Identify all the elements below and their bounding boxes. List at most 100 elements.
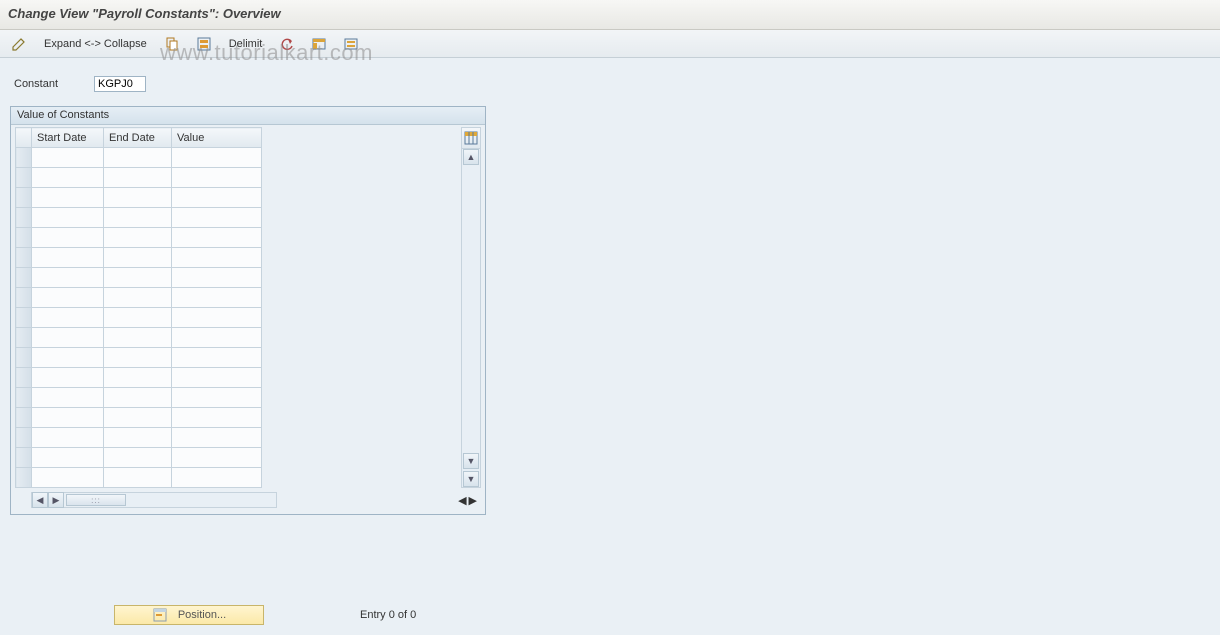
table-cell[interactable] <box>172 368 262 388</box>
row-selector[interactable] <box>16 448 32 468</box>
table-cell[interactable] <box>172 228 262 248</box>
table-cell[interactable] <box>172 408 262 428</box>
row-selector[interactable] <box>16 308 32 328</box>
row-selector[interactable] <box>16 348 32 368</box>
scroll-left-2-icon[interactable]: ◀ <box>458 494 466 507</box>
scroll-right-2-icon[interactable]: ▶ <box>469 494 477 507</box>
row-selector[interactable] <box>16 388 32 408</box>
scroll-down-2-icon[interactable]: ▼ <box>463 471 479 487</box>
table-cell[interactable] <box>172 188 262 208</box>
row-selector[interactable] <box>16 248 32 268</box>
delimit-button[interactable]: Delimit <box>223 34 269 54</box>
table-cell[interactable] <box>104 428 172 448</box>
page-title: Change View "Payroll Constants": Overvie… <box>8 6 1212 21</box>
table-cell[interactable] <box>104 168 172 188</box>
row-selector[interactable] <box>16 428 32 448</box>
horizontal-scrollbar-left[interactable]: ◀ ▶ ::: <box>31 492 277 508</box>
position-button[interactable]: Position... <box>114 605 264 625</box>
table-cell[interactable] <box>32 168 104 188</box>
row-selector[interactable] <box>16 188 32 208</box>
table-cell[interactable] <box>104 408 172 428</box>
row-selector[interactable] <box>16 468 32 488</box>
scroll-up-icon[interactable]: ▲ <box>463 149 479 165</box>
table-cell[interactable] <box>32 248 104 268</box>
expand-collapse-button[interactable]: Expand <-> Collapse <box>38 34 153 54</box>
table-cell[interactable] <box>104 288 172 308</box>
column-end-date[interactable]: End Date <box>104 128 172 148</box>
table-cell[interactable] <box>104 448 172 468</box>
table-cell[interactable] <box>172 288 262 308</box>
table-cell[interactable] <box>32 468 104 488</box>
table-cell[interactable] <box>32 348 104 368</box>
scroll-left-icon[interactable]: ◀ <box>32 492 48 508</box>
expand-collapse-label: Expand <-> Collapse <box>44 38 147 50</box>
scroll-right-icon[interactable]: ▶ <box>48 492 64 508</box>
undo-change-icon[interactable] <box>274 34 300 54</box>
scroll-down-icon[interactable]: ▼ <box>463 453 479 469</box>
column-value[interactable]: Value <box>172 128 262 148</box>
table-cell[interactable] <box>32 368 104 388</box>
table-cell[interactable] <box>104 468 172 488</box>
row-selector[interactable] <box>16 288 32 308</box>
row-selector[interactable] <box>16 328 32 348</box>
table-cell[interactable] <box>172 328 262 348</box>
table-row <box>16 348 262 368</box>
table-cell[interactable] <box>104 308 172 328</box>
table-cell[interactable] <box>32 228 104 248</box>
table-cell[interactable] <box>32 328 104 348</box>
row-selector[interactable] <box>16 368 32 388</box>
table-cell[interactable] <box>172 168 262 188</box>
table-row <box>16 188 262 208</box>
table-cell[interactable] <box>32 268 104 288</box>
row-selector[interactable] <box>16 168 32 188</box>
table-cell[interactable] <box>32 288 104 308</box>
vertical-scrollbar[interactable]: ▲ ▼ ▼ <box>461 149 481 488</box>
table-cell[interactable] <box>172 148 262 168</box>
table-cell[interactable] <box>172 448 262 468</box>
column-start-date[interactable]: Start Date <box>32 128 104 148</box>
table-cell[interactable] <box>104 228 172 248</box>
table-cell[interactable] <box>32 208 104 228</box>
table-cell[interactable] <box>104 188 172 208</box>
table-cell[interactable] <box>172 248 262 268</box>
table-cell[interactable] <box>104 348 172 368</box>
table-cell[interactable] <box>104 368 172 388</box>
row-selector[interactable] <box>16 148 32 168</box>
select-block-icon[interactable] <box>306 34 332 54</box>
table-cell[interactable] <box>32 148 104 168</box>
toggle-display-change-icon[interactable] <box>6 34 32 54</box>
row-selector[interactable] <box>16 208 32 228</box>
table-cell[interactable] <box>172 268 262 288</box>
table-cell[interactable] <box>172 428 262 448</box>
deselect-all-icon[interactable] <box>338 34 364 54</box>
table-cell[interactable] <box>104 148 172 168</box>
table-cell[interactable] <box>104 388 172 408</box>
table-settings-button[interactable] <box>461 127 481 149</box>
table-cell[interactable] <box>104 248 172 268</box>
constant-input[interactable] <box>94 76 146 92</box>
table-cell[interactable] <box>32 448 104 468</box>
table-cell[interactable] <box>32 428 104 448</box>
table-cell[interactable] <box>32 188 104 208</box>
select-all-rows[interactable] <box>16 128 32 148</box>
constants-table: Start Date End Date Value <box>15 127 262 488</box>
table-cell[interactable] <box>172 468 262 488</box>
copy-icon[interactable] <box>159 34 185 54</box>
table-row <box>16 328 262 348</box>
row-selector[interactable] <box>16 408 32 428</box>
row-selector[interactable] <box>16 268 32 288</box>
table-cell[interactable] <box>32 408 104 428</box>
select-all-icon[interactable] <box>191 34 217 54</box>
table-cell[interactable] <box>172 208 262 228</box>
table-cell[interactable] <box>32 308 104 328</box>
scroll-thumb[interactable]: ::: <box>66 494 126 506</box>
table-cell[interactable] <box>104 268 172 288</box>
table-cell[interactable] <box>172 388 262 408</box>
position-label: Position... <box>178 609 226 621</box>
table-cell[interactable] <box>172 308 262 328</box>
table-cell[interactable] <box>104 208 172 228</box>
table-cell[interactable] <box>104 328 172 348</box>
table-cell[interactable] <box>32 388 104 408</box>
table-cell[interactable] <box>172 348 262 368</box>
row-selector[interactable] <box>16 228 32 248</box>
